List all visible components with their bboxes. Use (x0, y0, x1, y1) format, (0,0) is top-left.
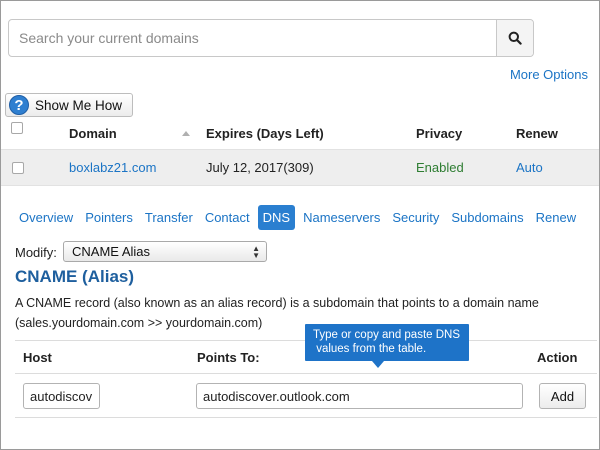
instruction-callout: Type or copy and paste DNS values from t… (305, 324, 469, 361)
tab-pointers[interactable]: Pointers (81, 205, 137, 230)
table-row: boxlabz21.com July 12, 2017(309) Enabled… (1, 149, 599, 186)
section-title: CNAME (Alias) (15, 267, 135, 286)
column-action: Action (537, 350, 578, 365)
tab-renew[interactable]: Renew (532, 205, 580, 230)
column-points-to: Points To: (197, 350, 260, 365)
expires-value: July 12, 2017(309) (206, 160, 314, 175)
column-expires[interactable]: Expires (Days Left) (206, 126, 324, 141)
search-button[interactable] (496, 20, 533, 56)
record-type-select[interactable]: CNAME Alias ▲ ▼ (63, 241, 267, 262)
tab-contact[interactable]: Contact (201, 205, 254, 230)
search-icon (508, 31, 522, 45)
privacy-status[interactable]: Enabled (416, 160, 464, 175)
record-type-value: CNAME Alias (72, 244, 151, 259)
domain-manager-panel: More Options ? Show Me How Domain Expire… (0, 0, 600, 450)
host-input[interactable] (23, 383, 100, 409)
modify-label: Modify: (15, 245, 57, 260)
show-me-how-label: Show Me How (35, 97, 123, 113)
domain-tabs: Overview Pointers Transfer Contact DNS N… (15, 203, 584, 231)
add-record-button[interactable]: Add (539, 383, 586, 409)
record-entry-row: Add (15, 374, 597, 418)
select-updown-icon: ▲ ▼ (252, 244, 260, 260)
callout-line-1: Type or copy and paste DNS (313, 329, 461, 341)
domains-table-header: Domain Expires (Days Left) Privacy Renew (1, 119, 599, 149)
tab-security[interactable]: Security (388, 205, 443, 230)
callout-pointer (372, 361, 384, 368)
row-checkbox[interactable] (12, 162, 24, 174)
tab-subdomains[interactable]: Subdomains (447, 205, 527, 230)
select-all-checkbox[interactable] (11, 122, 23, 134)
column-privacy[interactable]: Privacy (416, 126, 462, 141)
more-options-link[interactable]: More Options (510, 67, 588, 82)
tab-transfer[interactable]: Transfer (141, 205, 197, 230)
search-bar (8, 19, 534, 57)
column-domain[interactable]: Domain (69, 126, 117, 141)
renew-link[interactable]: Auto (516, 160, 543, 175)
points-to-input[interactable] (196, 383, 523, 409)
tab-nameservers[interactable]: Nameservers (299, 205, 384, 230)
tab-dns[interactable]: DNS (257, 204, 296, 230)
column-renew[interactable]: Renew (516, 126, 558, 141)
description-line-1: A CNAME record (also known as an alias r… (15, 296, 539, 310)
tab-overview[interactable]: Overview (15, 205, 77, 230)
show-me-how-button[interactable]: ? Show Me How (5, 93, 134, 117)
search-input[interactable] (9, 20, 496, 56)
help-icon: ? (9, 95, 29, 115)
sort-ascending-icon[interactable] (182, 131, 190, 136)
column-host: Host (23, 350, 52, 365)
domain-link[interactable]: boxlabz21.com (69, 160, 156, 175)
callout-line-2: values from the table. (313, 343, 427, 355)
